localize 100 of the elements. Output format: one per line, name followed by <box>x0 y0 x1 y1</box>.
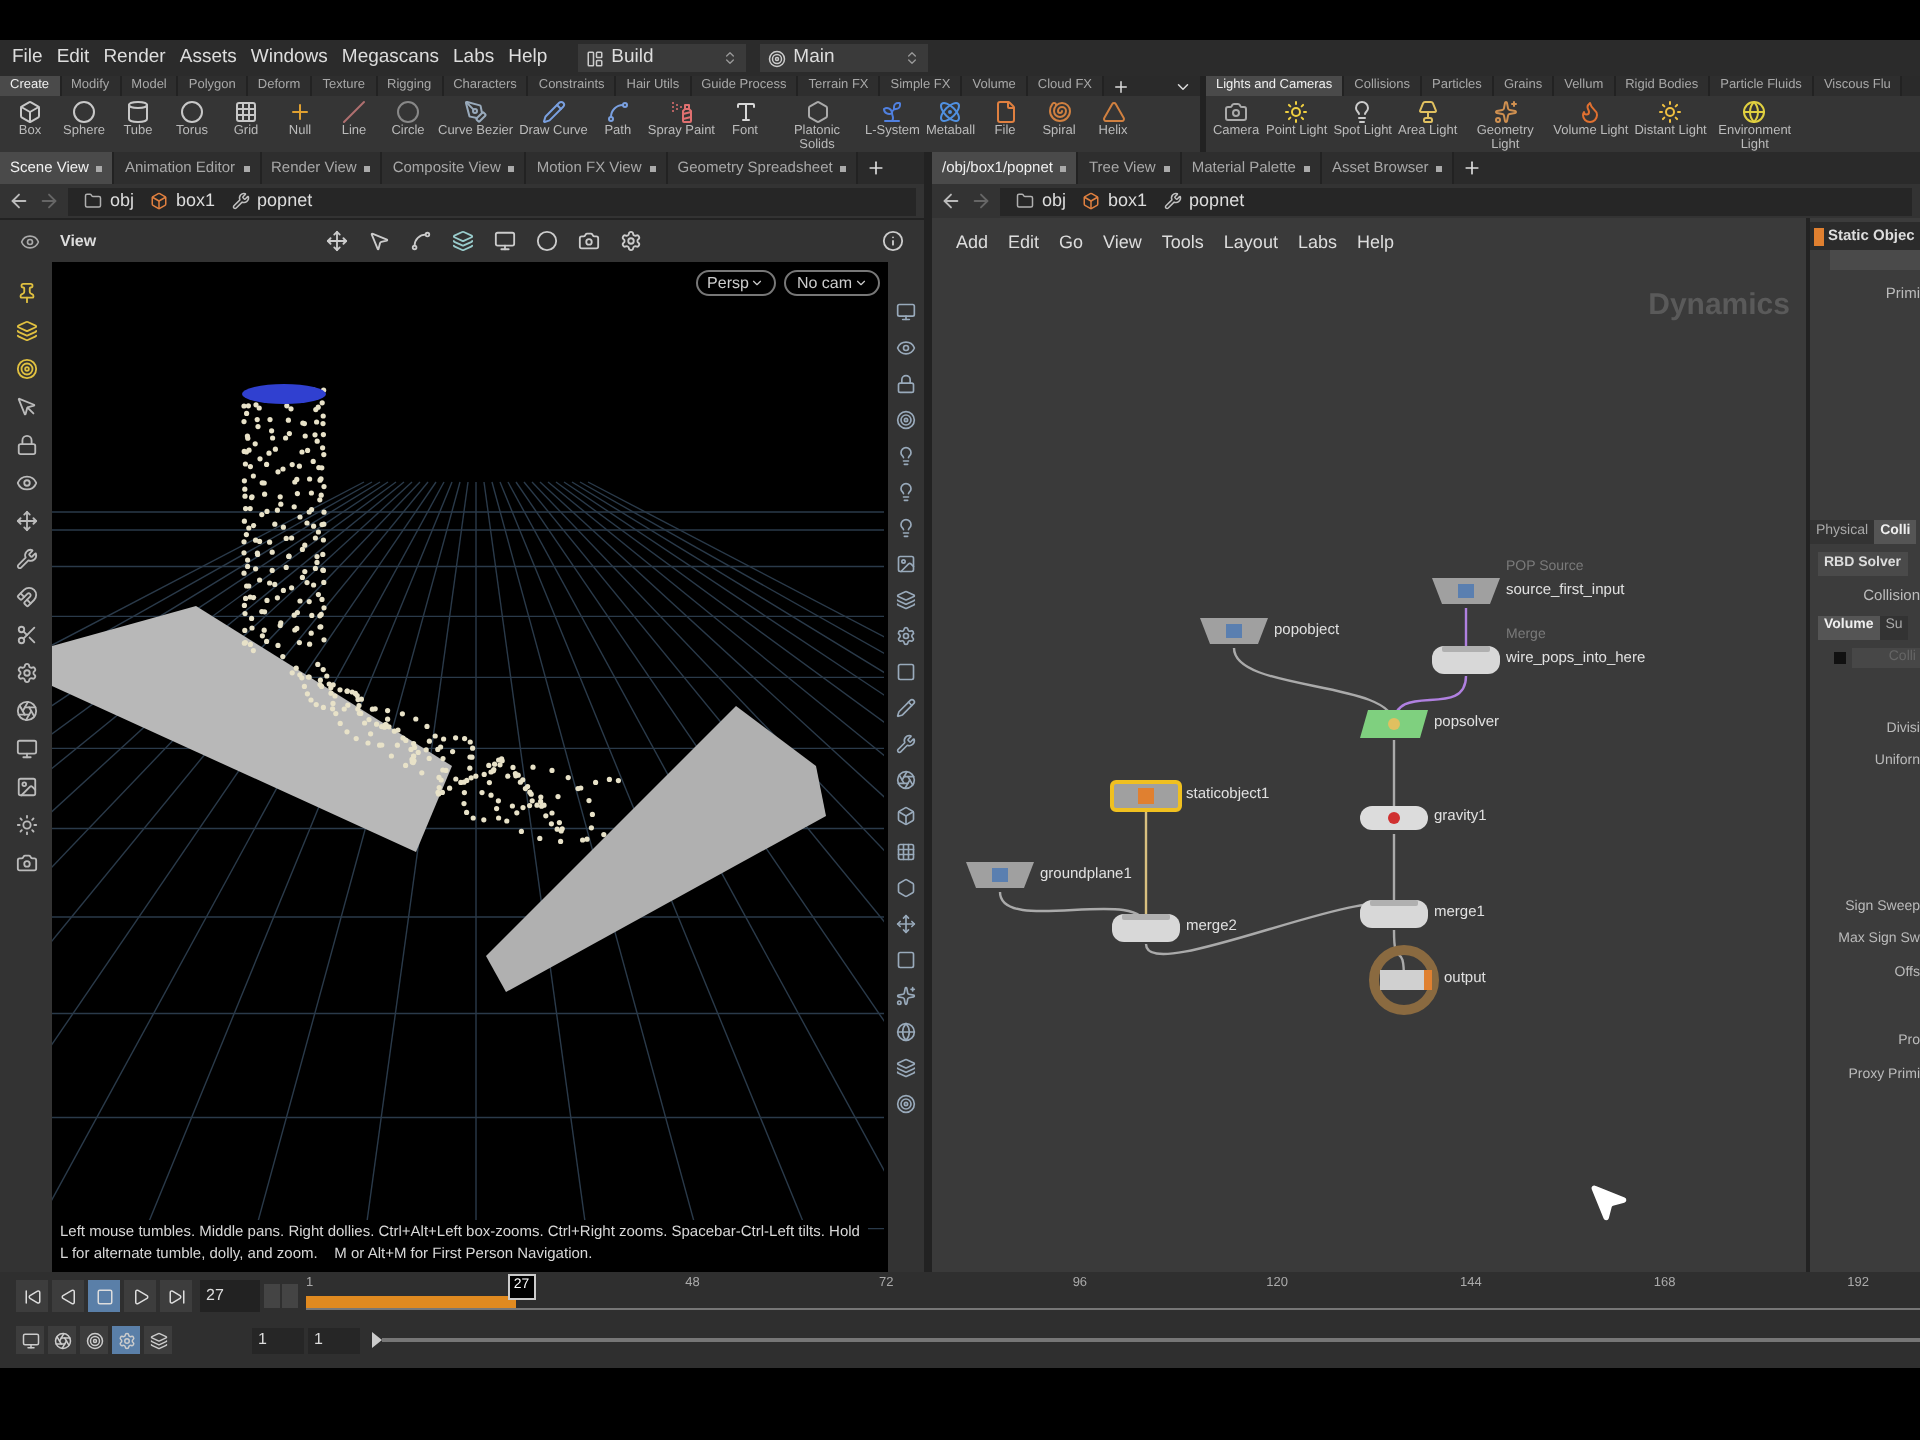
sun-icon[interactable] <box>15 814 37 836</box>
target-icon[interactable] <box>15 358 37 380</box>
transport-button[interactable] <box>16 1280 48 1312</box>
move-icon[interactable] <box>15 510 37 532</box>
tab-menu-icon[interactable] <box>1303 165 1310 171</box>
tab-menu-icon[interactable] <box>649 165 656 171</box>
magnet-icon[interactable] <box>15 586 37 608</box>
menu-item[interactable]: Edit <box>56 43 90 73</box>
tab-menu-icon[interactable] <box>96 165 103 171</box>
network-node[interactable] <box>1368 944 1440 1016</box>
frame-field[interactable]: 27 <box>200 1280 260 1312</box>
pencil-icon[interactable] <box>896 698 916 718</box>
path-segment[interactable]: popnet <box>1189 187 1245 215</box>
layers-icon[interactable] <box>452 230 474 252</box>
pin-icon[interactable] <box>15 282 37 304</box>
menu-item[interactable]: Add <box>956 229 989 257</box>
path-segment[interactable]: box1 <box>176 187 216 215</box>
camera-menu-button[interactable]: No cam <box>784 270 880 296</box>
name-field[interactable] <box>1830 250 1920 270</box>
aperture-icon[interactable] <box>896 770 916 790</box>
network-node[interactable] <box>1110 912 1182 944</box>
range-handle-icon[interactable] <box>372 1332 382 1348</box>
circle-icon[interactable] <box>536 230 558 252</box>
back-icon[interactable] <box>8 190 30 212</box>
tab-menu-icon[interactable] <box>1163 165 1170 171</box>
menu-item[interactable]: Labs <box>1297 229 1337 257</box>
tab-menu-icon[interactable] <box>508 165 515 171</box>
layers-icon[interactable] <box>896 590 916 610</box>
move-icon[interactable] <box>896 914 916 934</box>
network-node[interactable] <box>1430 576 1502 608</box>
monitor-icon[interactable] <box>494 230 516 252</box>
tab-menu-icon[interactable] <box>364 165 371 171</box>
path-segment[interactable]: obj <box>110 187 135 215</box>
gear-icon[interactable] <box>896 626 916 646</box>
camera-icon[interactable] <box>578 230 600 252</box>
hexagon-icon[interactable] <box>896 878 916 898</box>
range-field[interactable]: 1 <box>308 1327 360 1353</box>
lock-icon[interactable] <box>896 374 916 394</box>
network-node[interactable] <box>964 860 1036 892</box>
box-icon[interactable] <box>896 806 916 826</box>
transport-button[interactable] <box>160 1280 192 1312</box>
camera-menu-button[interactable]: Persp <box>695 270 777 296</box>
lock-icon[interactable] <box>15 434 37 456</box>
menu-item[interactable]: Megascans <box>341 43 440 73</box>
eye-icon[interactable] <box>896 338 916 358</box>
lightbulb-icon[interactable] <box>896 446 916 466</box>
transport-button[interactable] <box>124 1280 156 1312</box>
menu-item[interactable]: Tools <box>1161 229 1204 257</box>
path-segment[interactable]: obj <box>1042 187 1067 215</box>
camera-icon[interactable] <box>15 852 37 874</box>
menu-item[interactable]: Render <box>103 43 166 73</box>
add-tab-icon[interactable] <box>1462 158 1483 178</box>
context-dropdown[interactable]: Main <box>759 44 928 72</box>
tab-menu-icon[interactable] <box>840 165 847 171</box>
layers-icon[interactable] <box>896 1058 916 1078</box>
wrench-icon[interactable] <box>896 734 916 754</box>
menu-item[interactable]: Assets <box>179 43 237 73</box>
network-node[interactable] <box>1358 708 1430 740</box>
menu-item[interactable]: Edit <box>1008 229 1040 257</box>
image-icon[interactable] <box>896 554 916 574</box>
timeline-tool-button[interactable] <box>16 1326 44 1354</box>
help-icon[interactable] <box>882 230 904 252</box>
path-field[interactable]: obj box1 popnet <box>1000 187 1912 215</box>
menu-item[interactable]: Help <box>1356 229 1394 257</box>
tab-menu-icon[interactable] <box>1060 165 1067 171</box>
timeline-tool-button[interactable] <box>48 1326 76 1354</box>
eye-icon[interactable] <box>15 472 37 494</box>
range-field[interactable]: 1 <box>252 1327 304 1353</box>
menu-item[interactable]: Go <box>1059 229 1084 257</box>
target-icon[interactable] <box>896 410 916 430</box>
image-icon[interactable] <box>15 776 37 798</box>
scissors-icon[interactable] <box>15 624 37 646</box>
square-icon[interactable] <box>896 950 916 970</box>
network-node[interactable] <box>1358 898 1430 930</box>
layers-icon[interactable] <box>15 320 37 342</box>
gear-icon[interactable] <box>15 662 37 684</box>
network-node[interactable] <box>1358 802 1430 834</box>
path-segment[interactable]: popnet <box>257 187 313 215</box>
transport-button[interactable] <box>52 1280 84 1312</box>
network-node[interactable] <box>1110 780 1182 812</box>
menu-item[interactable]: Labs <box>453 43 495 73</box>
add-tab-icon[interactable] <box>866 158 887 178</box>
timeline-tool-button[interactable] <box>80 1326 108 1354</box>
menu-item[interactable]: View <box>1103 229 1142 257</box>
pointer-icon[interactable] <box>15 396 37 418</box>
network-node[interactable] <box>1198 616 1270 648</box>
lightbulb-icon[interactable] <box>896 518 916 538</box>
target-icon[interactable] <box>896 1094 916 1114</box>
curve-icon[interactable] <box>410 230 432 252</box>
back-icon[interactable] <box>940 190 962 212</box>
menu-item[interactable]: Layout <box>1223 229 1278 257</box>
network-node[interactable] <box>1430 644 1502 676</box>
menu-item[interactable]: File <box>12 43 43 73</box>
pointer-icon[interactable] <box>368 230 390 252</box>
eye-icon[interactable] <box>20 231 40 251</box>
wrench-icon[interactable] <box>15 548 37 570</box>
move-icon[interactable] <box>326 230 348 252</box>
sparkles-icon[interactable] <box>896 986 916 1006</box>
lightbulb-icon[interactable] <box>896 482 916 502</box>
square-icon[interactable] <box>896 662 916 682</box>
